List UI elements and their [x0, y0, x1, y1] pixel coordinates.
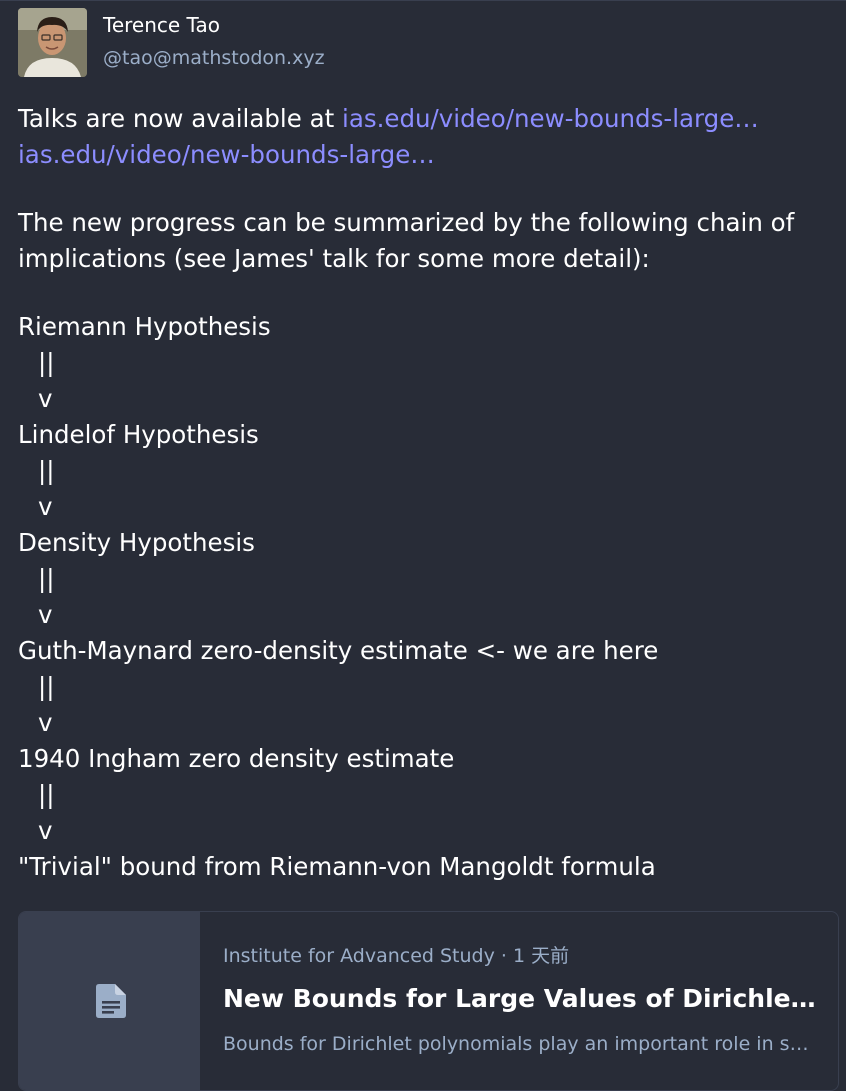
chain-arrow-head: v [38, 600, 53, 629]
chain-item-guth-maynard: Guth-Maynard zero-density estimate <- we… [18, 636, 659, 665]
chain-arrow-head: v [38, 708, 53, 737]
chain-arrow-head: v [38, 492, 53, 521]
card-thumbnail [19, 912, 200, 1090]
chain-arrow-bar: || [38, 564, 55, 593]
intro-text: Talks are now available at [18, 104, 343, 133]
status-post: Terence Tao @tao@mathstodon.xyz Talks ar… [0, 0, 846, 1091]
chain-arrow-bar: || [38, 780, 55, 809]
chain-item-ingham: 1940 Ingham zero density estimate [18, 744, 455, 773]
card-meta: Institute for Advanced Study · 1 天前 [223, 942, 569, 970]
chain-arrow-bar: || [38, 456, 55, 485]
chain-item-riemann: Riemann Hypothesis [18, 312, 271, 341]
implication-chain: Riemann Hypothesis || v Lindelof Hypothe… [18, 309, 828, 885]
post-content: Talks are now available at ias.edu/video… [18, 101, 828, 917]
chain-item-trivial-bound: "Trivial" bound from Riemann-von Mangold… [18, 852, 656, 881]
display-name[interactable]: Terence Tao [103, 11, 220, 39]
chain-item-lindelof: Lindelof Hypothesis [18, 420, 259, 449]
card-time: 1 天前 [512, 945, 570, 967]
card-separator: · [494, 945, 513, 967]
summary-line-2: implications (see James' talk for some m… [18, 244, 650, 273]
summary-line-1: The new progress can be summarized by th… [18, 208, 795, 237]
card-source: Institute for Advanced Study [223, 945, 495, 967]
account-handle[interactable]: @tao@mathstodon.xyz [103, 44, 325, 72]
links-line-1: Talks are now available at ias.edu/video… [18, 101, 828, 137]
video-link-2[interactable]: ias.edu/video/new-bounds-large… [18, 140, 435, 169]
chain-arrow-bar: || [38, 348, 55, 377]
chain-item-density: Density Hypothesis [18, 528, 255, 557]
avatar-image [18, 8, 87, 77]
chain-arrow-head: v [38, 384, 53, 413]
card-description: Bounds for Dirichlet polynomials play an… [223, 1033, 819, 1055]
links-paragraph: Talks are now available at ias.edu/video… [18, 101, 828, 173]
document-icon [96, 984, 126, 1018]
link-preview-card[interactable]: Institute for Advanced Study · 1 天前 New … [18, 911, 839, 1091]
avatar[interactable] [18, 8, 87, 77]
chain-arrow-bar: || [38, 672, 55, 701]
links-line-2: ias.edu/video/new-bounds-large… [18, 137, 828, 173]
video-link-1[interactable]: ias.edu/video/new-bounds-large… [342, 104, 759, 133]
summary-paragraph: The new progress can be summarized by th… [18, 205, 828, 277]
card-title[interactable]: New Bounds for Large Values of Dirichlet… [223, 982, 819, 1016]
chain-arrow-head: v [38, 816, 53, 845]
